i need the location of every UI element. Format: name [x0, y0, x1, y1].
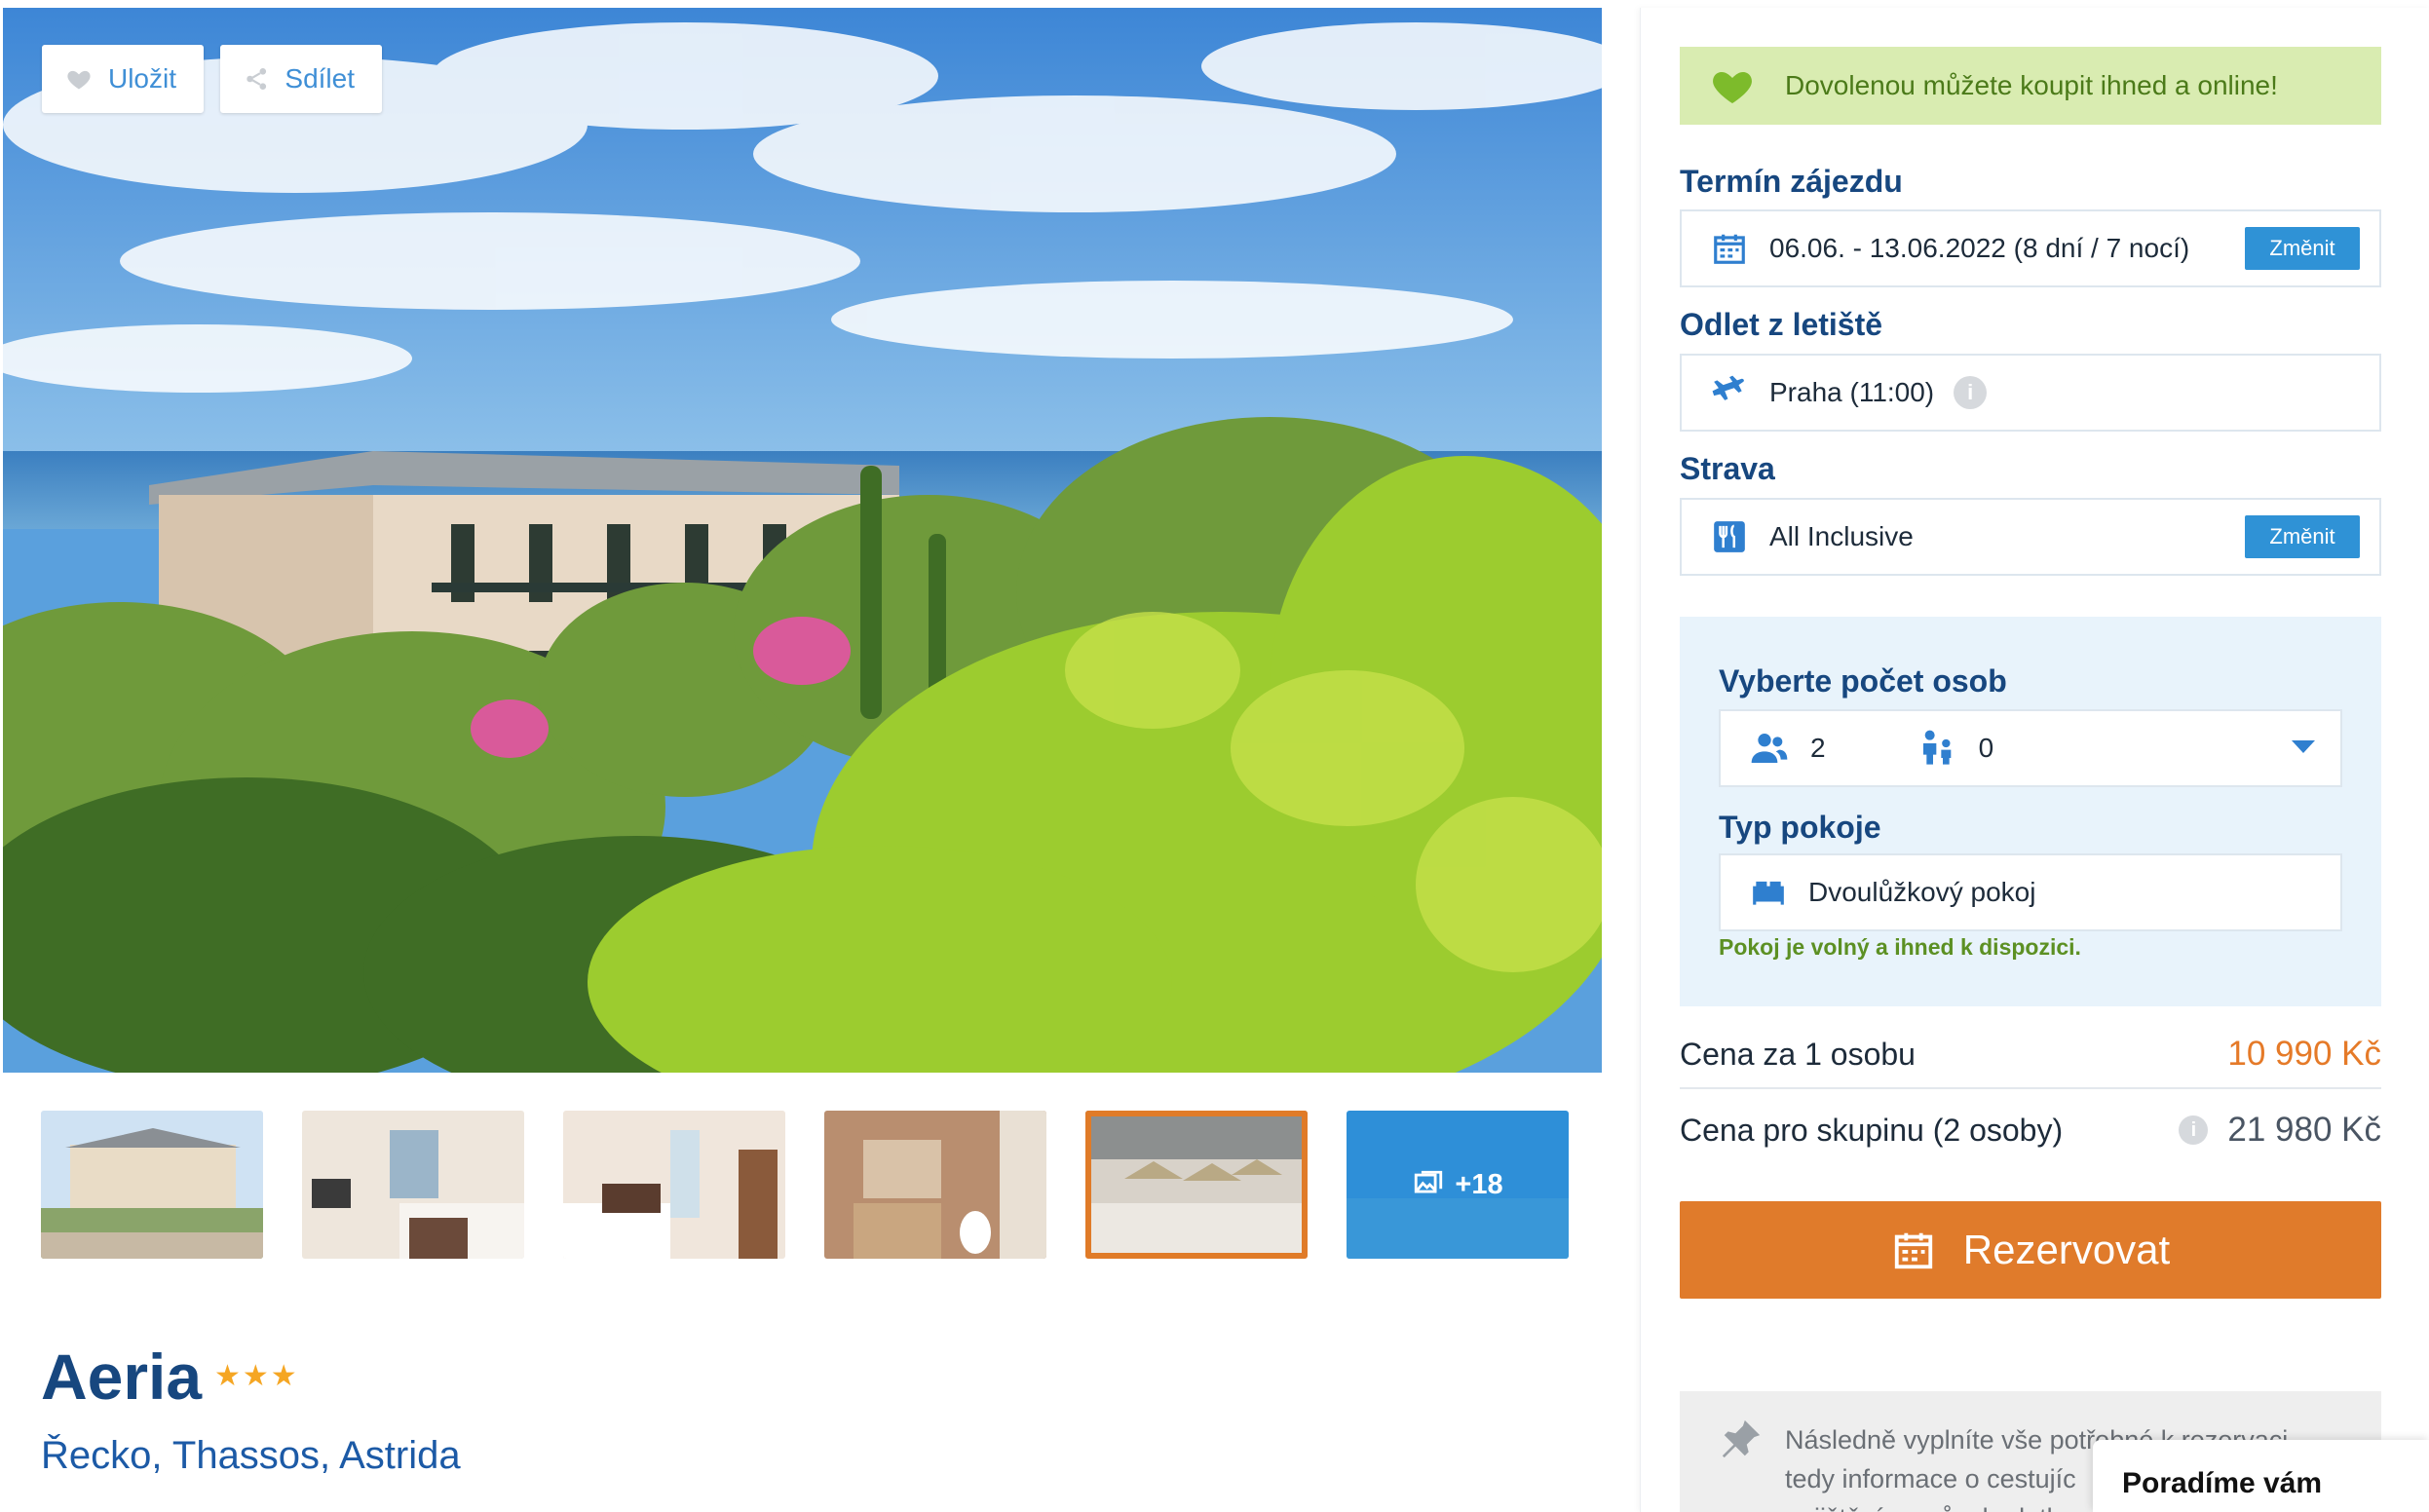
term-field[interactable]: 06.06. - 13.06.2022 (8 dní / 7 nocí) Změ…: [1680, 209, 2381, 287]
price-per-person-value: 10 990 Kč: [2227, 1035, 2381, 1073]
online-purchase-banner: Dovolenou můžete koupit ihned a online!: [1680, 47, 2381, 125]
hotel-stars: ★★★: [214, 1360, 299, 1392]
room-label: Typ pokoje: [1719, 810, 1881, 845]
calendar-icon: [1894, 1232, 1932, 1269]
price-group-label: Cena pro skupinu (2 osoby): [1680, 1112, 2064, 1148]
thumbnail-more-photos[interactable]: +18: [1347, 1111, 1569, 1259]
adults-count: 2: [1810, 733, 1826, 763]
thumbnail-hotel-exterior[interactable]: [41, 1111, 263, 1259]
share-button[interactable]: Sdílet: [220, 45, 382, 113]
room-select[interactable]: Dvoulůžkový pokoj: [1719, 853, 2342, 931]
thumbnail-bedroom-2[interactable]: [563, 1111, 785, 1259]
children-count: 0: [1978, 733, 1994, 763]
bed-icon: [1753, 881, 1784, 905]
share-label: Sdílet: [285, 63, 355, 94]
thumbnail-image: [41, 1111, 263, 1259]
thumbnail-image: [1085, 1111, 1308, 1259]
term-label: Termín zájezdu: [1680, 164, 1903, 199]
change-board-button[interactable]: Změnit: [2245, 515, 2360, 558]
board-value: All Inclusive: [1769, 521, 1914, 551]
heart-icon: [67, 70, 91, 90]
hero-photo[interactable]: Uložit Sdílet: [3, 8, 1602, 1073]
booking-panel: Dovolenou můžete koupit ihned a online! …: [1640, 8, 2429, 1512]
more-photos-overlay: +18: [1347, 1111, 1569, 1259]
thumbnail-image: [824, 1111, 1046, 1259]
thumbnail-bathroom[interactable]: [824, 1111, 1046, 1259]
price-group-row: Cena pro skupinu (2 osoby) i 21 980 Kč: [1680, 1091, 2381, 1169]
change-term-button[interactable]: Změnit: [2245, 227, 2360, 270]
save-label: Uložit: [107, 63, 176, 94]
info-icon[interactable]: i: [2179, 1115, 2209, 1145]
departure-label: Odlet z letiště: [1680, 307, 1883, 342]
more-photos-count: +18: [1455, 1168, 1503, 1200]
thumbnail-strip: +18: [41, 1111, 1569, 1259]
price-per-person-row: Cena za 1 osobu 10 990 Kč: [1680, 1021, 2381, 1089]
reserve-button[interactable]: Rezervovat: [1680, 1201, 2381, 1299]
room-value: Dvoulůžkový pokoj: [1808, 877, 2036, 907]
online-banner-text: Dovolenou můžete koupit ihned a online!: [1785, 70, 2278, 100]
room-availability: Pokoj je volný a ihned k dispozici.: [1719, 934, 2081, 960]
departure-value: Praha (11:00): [1769, 377, 1935, 407]
pin-icon: [1722, 1419, 1761, 1458]
children-icon: [1922, 730, 1951, 765]
chevron-down-icon[interactable]: [2292, 740, 2315, 753]
thumbnail-beach[interactable]: [1085, 1111, 1308, 1259]
hotel-name: Aeria: [41, 1341, 203, 1413]
info-icon[interactable]: i: [1954, 376, 1988, 409]
hotel-location: Řecko, Thassos, Astrida: [41, 1434, 461, 1477]
gallery-icon: [1415, 1170, 1443, 1193]
persons-select[interactable]: 2 0: [1719, 709, 2342, 787]
save-button[interactable]: Uložit: [42, 45, 204, 113]
advise-chat-button[interactable]: Poradíme vám: [2093, 1440, 2429, 1512]
price-group-value: 21 980 Kč: [2227, 1111, 2381, 1149]
departure-field[interactable]: Praha (11:00) i: [1680, 354, 2381, 432]
share-icon: [247, 68, 267, 90]
price-group-value-wrap: i 21 980 Kč: [2179, 1111, 2381, 1150]
plane-icon: [1712, 375, 1744, 400]
thumbnail-image: [563, 1111, 785, 1259]
thumbnail-bedroom-1[interactable]: [302, 1111, 524, 1259]
persons-room-box: Vyberte počet osob 2 0 Typ pokoje Dvoulů…: [1680, 617, 2381, 1006]
cutlery-icon: [1714, 521, 1745, 552]
thumbnail-image: [302, 1111, 524, 1259]
term-value: 06.06. - 13.06.2022 (8 dní / 7 nocí): [1769, 233, 2190, 263]
price-per-person-label: Cena za 1 osobu: [1680, 1036, 1916, 1072]
hotel-hero-image: [3, 8, 1602, 1073]
calendar-icon: [1714, 234, 1745, 264]
adults-icon: [1751, 734, 1788, 763]
board-label: Strava: [1680, 451, 1775, 486]
board-field[interactable]: All Inclusive Změnit: [1680, 498, 2381, 576]
heart-icon: [1713, 72, 1752, 103]
persons-label: Vyberte počet osob: [1719, 663, 2007, 699]
reserve-label: Rezervovat: [1962, 1227, 2171, 1272]
